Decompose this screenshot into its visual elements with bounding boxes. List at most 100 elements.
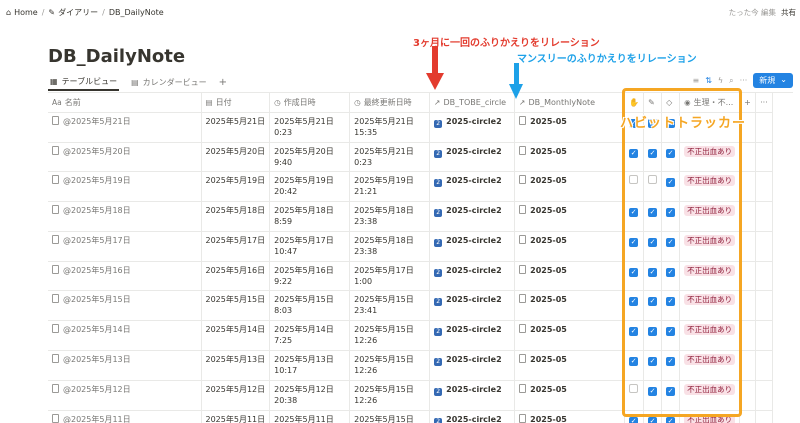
cell-tobe[interactable]: 2 2025-circle2 [429, 320, 516, 351]
cell-monthly[interactable]: 2025-05 [514, 112, 626, 143]
table-row[interactable]: @2025年5月15日 2025年5月15日 2025年5月15日 8:03 2025… [48, 290, 773, 321]
tab-table-view[interactable]: ▦ テーブルビュー [48, 73, 120, 91]
habit-1-checkbox[interactable]: ✓ [629, 207, 639, 217]
add-view-button[interactable]: + [219, 77, 227, 88]
habit-2-checkbox[interactable]: ✓ [648, 356, 658, 366]
cell-date[interactable]: 2025年5月15日 [201, 290, 271, 321]
cell-name[interactable]: @2025年5月21日 [48, 112, 202, 143]
habit-1-checkbox[interactable]: ✓ [629, 326, 639, 336]
chevron-down-icon[interactable]: ⌄ [780, 75, 787, 86]
cell-monthly[interactable]: 2025-05 [514, 142, 626, 172]
cell-monthly[interactable]: 2025-05 [514, 290, 626, 321]
col-tobe[interactable]: ↗ DB_TOBE_circle [429, 93, 516, 113]
cell-created[interactable]: 2025年5月18日 8:59 [269, 201, 351, 232]
habit-3-checkbox[interactable]: ✓ [666, 296, 676, 306]
cell-tobe[interactable]: 2 2025-circle2 [429, 171, 516, 202]
col-date[interactable]: ▤ 日付 [201, 93, 271, 113]
habit-1-checkbox[interactable]: ✓ [629, 237, 639, 247]
cell-created[interactable]: 2025年5月12日 20:38 [269, 380, 351, 411]
cell-name[interactable]: @2025年5月15日 [48, 290, 202, 321]
col-monthly[interactable]: ↗ DB_MonthlyNote [514, 93, 626, 113]
cell-monthly[interactable]: 2025-05 [514, 320, 626, 351]
habit-3-checkbox[interactable]: ✓ [666, 386, 676, 396]
habit-2-checkbox[interactable]: ✓ [648, 237, 658, 247]
cell-monthly[interactable]: 2025-05 [514, 261, 626, 291]
cell-date[interactable]: 2025年5月16日 [201, 261, 271, 291]
cell-monthly[interactable]: 2025-05 [514, 350, 626, 381]
breadcrumb-diary[interactable]: ✎ ダイアリー [48, 7, 98, 18]
cell-updated[interactable]: 2025年5月15日 12:26 [349, 350, 431, 381]
habit-1-checkbox[interactable] [629, 383, 639, 393]
table-row[interactable]: @2025年5月11日2025年5月11日2025年5月11日 9:222025… [48, 410, 773, 423]
col-period[interactable]: ◉ 生理・不... [679, 93, 741, 113]
cell-monthly[interactable]: 2025-05 [514, 380, 626, 411]
add-property-button[interactable]: + [739, 93, 757, 113]
cell-tobe[interactable]: 2 2025-circle2 [429, 261, 516, 291]
table-row[interactable]: @2025年5月13日 2025年5月13日 2025年5月13日 10:17 202… [48, 350, 773, 381]
table-row[interactable]: @2025年5月20日 2025年5月20日 2025年5月20日 9:40 2025… [48, 142, 773, 172]
cell-updated[interactable]: 2025年5月19日 21:21 [349, 171, 431, 202]
habit-2-checkbox[interactable]: ✓ [648, 296, 658, 306]
cell-updated[interactable]: 2025年5月15日 12:26 [349, 380, 431, 411]
cell-period[interactable]: 不正出血あり [679, 410, 741, 423]
habit-1-checkbox[interactable]: ✓ [629, 416, 639, 423]
cell-created[interactable]: 2025年5月13日 10:17 [269, 350, 351, 381]
table-row[interactable]: @2025年5月19日 2025年5月19日 2025年5月19日 20:42 202… [48, 171, 773, 202]
cell-updated[interactable]: 2025年5月15日 12:26 [349, 410, 431, 423]
cell-updated[interactable]: 2025年5月15日 23:41 [349, 290, 431, 321]
cell-date[interactable]: 2025年5月19日 [201, 171, 271, 202]
filter-icon[interactable]: ≡ [692, 76, 699, 85]
cell-period[interactable]: 不正出血あり [679, 142, 741, 172]
cell-period[interactable]: 不正出血あり [679, 171, 741, 202]
habit-1-checkbox[interactable]: ✓ [629, 356, 639, 366]
cell-created[interactable]: 2025年5月11日 9:22 [269, 410, 351, 423]
cell-updated[interactable]: 2025年5月15日 12:26 [349, 320, 431, 351]
more-icon[interactable]: ··· [755, 93, 773, 113]
cell-created[interactable]: 2025年5月15日 8:03 [269, 290, 351, 321]
cell-date[interactable]: 2025年5月21日 [201, 112, 271, 143]
cell-date[interactable]: 2025年5月14日 [201, 320, 271, 351]
cell-name[interactable]: @2025年5月12日 [48, 380, 202, 411]
col-habit-1[interactable]: ✋ [624, 93, 645, 113]
habit-3-checkbox[interactable]: ✓ [666, 237, 676, 247]
cell-date[interactable]: 2025年5月11日 [201, 410, 271, 423]
habit-3-checkbox[interactable]: ✓ [666, 356, 676, 366]
col-updated[interactable]: ◷ 最終更新日時 [349, 93, 431, 113]
cell-name[interactable]: @2025年5月14日 [48, 320, 202, 351]
cell-created[interactable]: 2025年5月16日 9:22 [269, 261, 351, 291]
cell-name[interactable]: @2025年5月20日 [48, 142, 202, 172]
breadcrumb-home[interactable]: ⌂ Home [6, 8, 38, 17]
cell-tobe[interactable]: 2 2025-circle2 [429, 380, 516, 411]
habit-2-checkbox[interactable] [648, 174, 658, 184]
cell-date[interactable]: 2025年5月18日 [201, 201, 271, 232]
habit-2-checkbox[interactable]: ✓ [648, 267, 658, 277]
table-row[interactable]: @2025年5月16日 2025年5月16日 2025年5月16日 9:22 2025… [48, 261, 773, 291]
cell-tobe[interactable]: 2 2025-circle2 [429, 201, 516, 232]
cell-tobe[interactable]: 2 2025-circle2 [429, 290, 516, 321]
cell-name[interactable]: @2025年5月16日 [48, 261, 202, 291]
habit-1-checkbox[interactable]: ✓ [629, 148, 639, 158]
cell-updated[interactable]: 2025年5月18日 23:38 [349, 231, 431, 262]
share-button[interactable]: 共有 [781, 7, 796, 18]
cell-period[interactable]: 不正出血あり [679, 231, 741, 262]
more-icon[interactable]: ··· [740, 76, 748, 85]
habit-1-checkbox[interactable]: ✓ [629, 296, 639, 306]
cell-name[interactable]: @2025年5月19日 [48, 171, 202, 202]
cell-tobe[interactable]: 2 2025-circle2 [429, 231, 516, 262]
cell-date[interactable]: 2025年5月20日 [201, 142, 271, 172]
cell-name[interactable]: @2025年5月13日 [48, 350, 202, 381]
new-button[interactable]: 新規 ⌄ [753, 73, 793, 88]
col-habit-3[interactable]: ◇ [661, 93, 681, 113]
cell-created[interactable]: 2025年5月17日 10:47 [269, 231, 351, 262]
cell-tobe[interactable]: 2 2025-circle2 [429, 410, 516, 423]
cell-period[interactable]: 不正出血あり [679, 350, 741, 381]
cell-updated[interactable]: 2025年5月17日 1:00 [349, 261, 431, 291]
table-row[interactable]: @2025年5月14日 2025年5月14日 2025年5月14日 7:25 2025… [48, 320, 773, 351]
col-habit-2[interactable]: ✎ [643, 93, 663, 113]
habit-2-checkbox[interactable]: ✓ [648, 386, 658, 396]
cell-period[interactable]: 不正出血あり [679, 320, 741, 351]
cell-monthly[interactable]: 2025-05 [514, 171, 626, 202]
cell-period[interactable]: 不正出血あり [679, 261, 741, 291]
table-row[interactable]: @2025年5月12日 2025年5月12日 2025年5月12日 20:38 202… [48, 380, 773, 411]
breadcrumb-db[interactable]: DB_DailyNote [109, 8, 164, 17]
